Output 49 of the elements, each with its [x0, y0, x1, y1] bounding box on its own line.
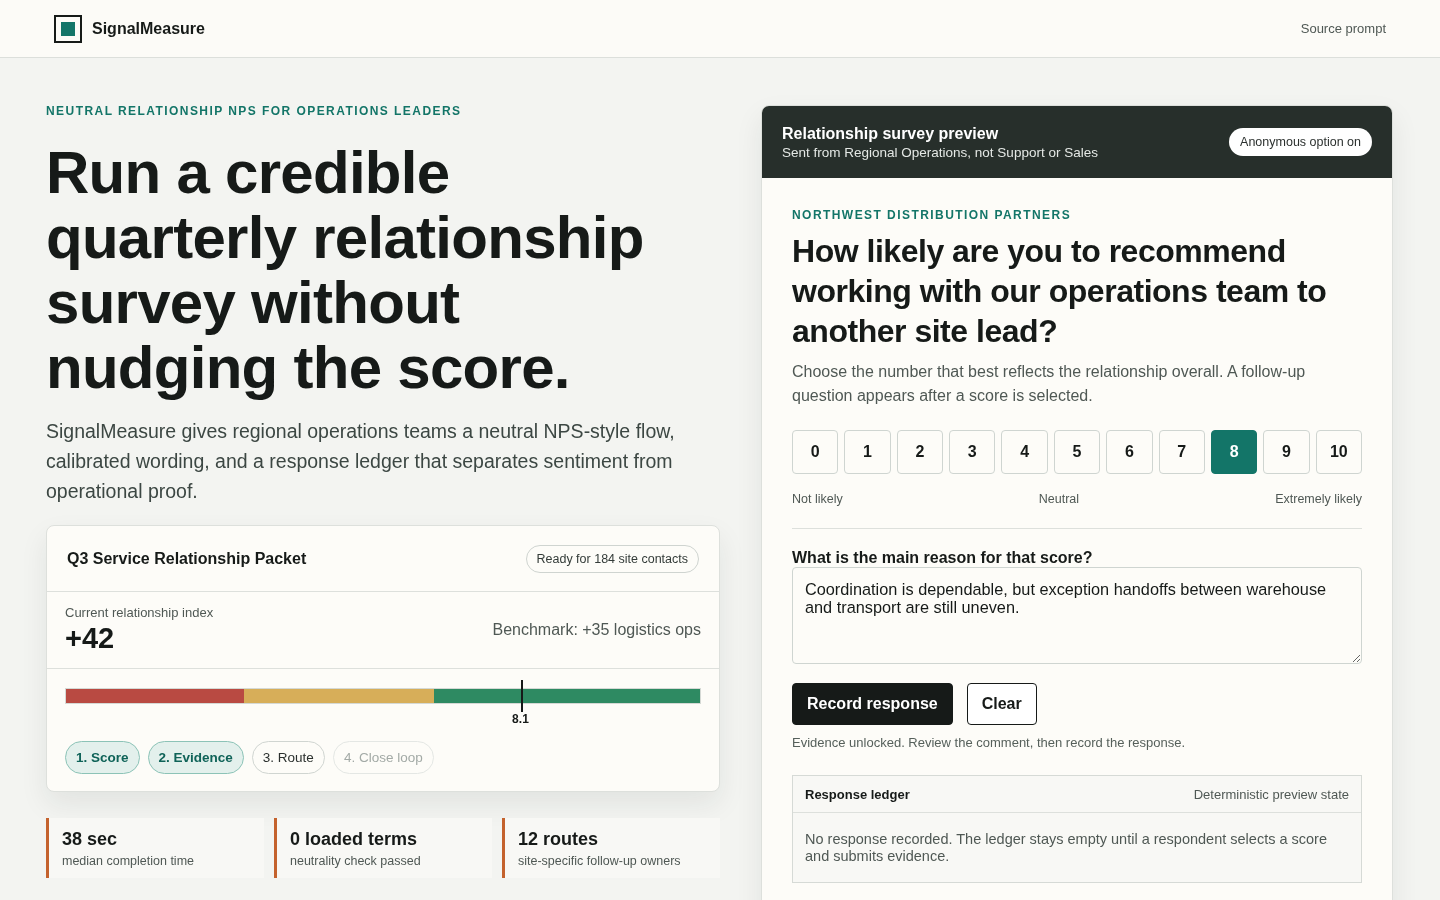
- step-pill[interactable]: 2. Evidence: [147, 741, 244, 774]
- survey-subtitle: Sent from Regional Operations, not Support or Sales: [782, 144, 1098, 160]
- survey-title: Relationship survey preview: [782, 124, 1000, 143]
- stat-value: 12 routes: [518, 828, 600, 850]
- index-value: +42: [65, 621, 116, 655]
- score-option[interactable]: 7: [1158, 430, 1205, 474]
- square-logo-icon: [54, 14, 82, 43]
- score-option[interactable]: 5: [1053, 430, 1101, 474]
- index-label: Current relationship index: [65, 605, 214, 621]
- contacts-badge: Ready for 184 site contacts: [525, 544, 699, 573]
- follow-up-label: What is the main reason for that score?: [792, 548, 1094, 568]
- score-option[interactable]: 6: [1106, 430, 1153, 474]
- brand-name: SignalMeasure: [92, 19, 205, 38]
- scale-label: Extremely likely: [1275, 491, 1362, 508]
- record-response-button[interactable]: Record response: [792, 683, 953, 725]
- source-prompt-link[interactable]: Source prompt: [1300, 21, 1386, 36]
- survey-question: How likely are you to recommend working with our operations team to another site lead?: [792, 232, 1328, 351]
- stat-label: site-specific follow-up owners: [518, 853, 682, 869]
- question-description: Choose the number that best reflects the relationship overall. A follow-up question appears after a score is selected.: [792, 362, 1307, 406]
- scale-label: Neutral: [1038, 491, 1080, 508]
- comment-field[interactable]: Coordination is dependable, but exception handoffs between warehouse and transport are still uneven.: [792, 567, 1362, 664]
- eyebrow-text: NEUTRAL RELATIONSHIP NPS FOR OPERATIONS LEADERS: [46, 104, 463, 118]
- ledger-status: Deterministic preview state: [1193, 786, 1349, 802]
- packet-title: Q3 Service Relationship Packet: [67, 549, 307, 568]
- score-option[interactable]: 0: [792, 430, 839, 474]
- score-option[interactable]: 2: [896, 430, 944, 474]
- score-option[interactable]: 3: [949, 430, 996, 474]
- marker-reading: 8.1: [512, 712, 529, 726]
- hero-description: SignalMeasure gives regional operations teams a neutral NPS-style flow, calibrated wording, and a response ledger that separates sentiment from operational proof.: [46, 419, 676, 504]
- score-option[interactable]: 9: [1263, 430, 1310, 474]
- stat-label: median completion time: [62, 853, 195, 869]
- step-pill[interactable]: 3. Route: [251, 741, 325, 774]
- hero-headline: Run a credible quarterly relationship survey without nudging the score.: [46, 140, 645, 400]
- stat-value: 0 loaded terms: [290, 828, 419, 850]
- stat-label: neutrality check passed: [290, 853, 422, 869]
- clear-button[interactable]: Clear: [966, 683, 1037, 725]
- score-option[interactable]: 10: [1315, 430, 1362, 474]
- score-option[interactable]: 8: [1210, 430, 1258, 474]
- stat-value: 38 sec: [62, 828, 119, 850]
- ledger-message: No response recorded. The ledger stays empty until a respondent selects a score and submits evidence.: [804, 830, 1328, 866]
- scale-label: Not likely: [792, 491, 843, 508]
- ledger-title: Response ledger: [805, 786, 910, 802]
- benchmark-text: Benchmark: +35 logistics ops: [492, 621, 701, 639]
- step-pill[interactable]: 1. Score: [65, 741, 140, 774]
- score-option[interactable]: 4: [1001, 430, 1048, 474]
- anonymous-badge: Anonymous option on: [1229, 128, 1372, 156]
- status-hint: Evidence unlocked. Review the comment, then record the response.: [792, 734, 1187, 752]
- score-option[interactable]: 1: [844, 430, 891, 474]
- eyebrow-text: NORTHWEST DISTRIBUTION PARTNERS: [792, 208, 1073, 222]
